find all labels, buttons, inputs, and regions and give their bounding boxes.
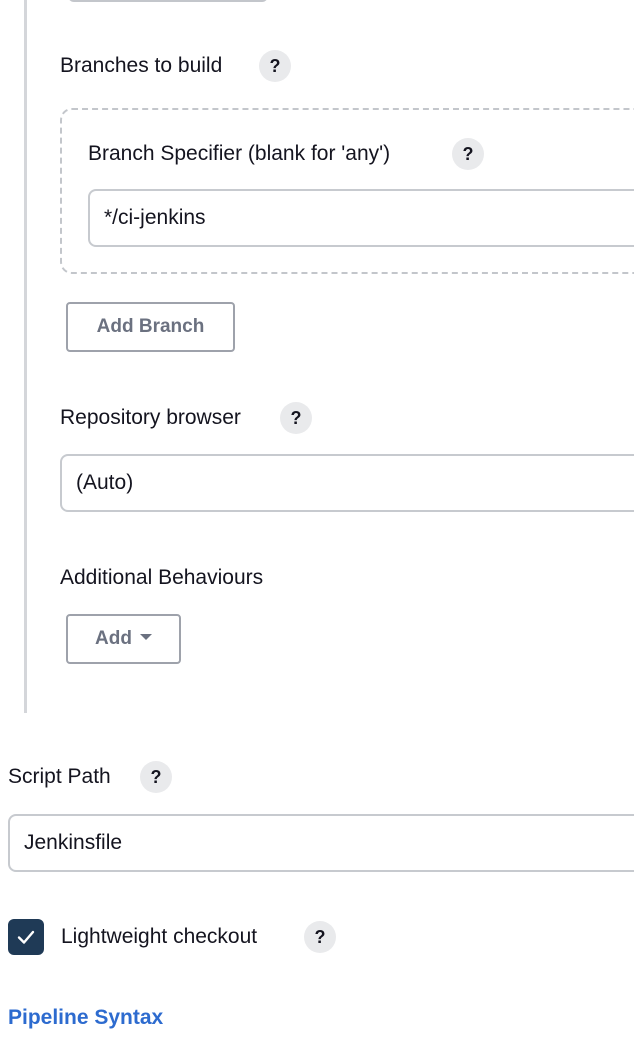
previous-field-bottom-edge [68,0,268,2]
branch-specifier-label: Branch Specifier (blank for 'any') [88,142,391,165]
script-path-label: Script Path [8,765,111,788]
additional-behaviours-label: Additional Behaviours [60,566,264,589]
script-path-input[interactable]: Jenkinsfile [8,814,634,872]
add-branch-button[interactable]: Add Branch [66,302,235,352]
branches-to-build-help-icon[interactable]: ? [259,50,291,82]
lightweight-checkout-checkbox[interactable] [8,919,44,955]
repository-browser-label: Repository browser [60,406,241,429]
pipeline-syntax-link[interactable]: Pipeline Syntax [8,1005,163,1031]
branch-specifier-help-icon[interactable]: ? [452,138,484,170]
caret-down-icon [139,634,152,641]
branches-to-build-label: Branches to build [60,54,223,77]
nested-section-rule [24,0,27,713]
lightweight-checkout-label: Lightweight checkout [61,925,258,948]
script-path-help-icon[interactable]: ? [140,761,172,793]
branch-specifier-input[interactable]: */ci-jenkins [88,189,634,247]
lightweight-checkout-help-icon[interactable]: ? [304,921,336,953]
add-behaviour-dropdown-button[interactable]: Add [66,614,181,664]
repository-browser-help-icon[interactable]: ? [280,402,312,434]
checkmark-icon [17,930,35,944]
repository-browser-select[interactable]: (Auto) [60,454,634,512]
add-behaviour-label: Add [95,628,132,649]
